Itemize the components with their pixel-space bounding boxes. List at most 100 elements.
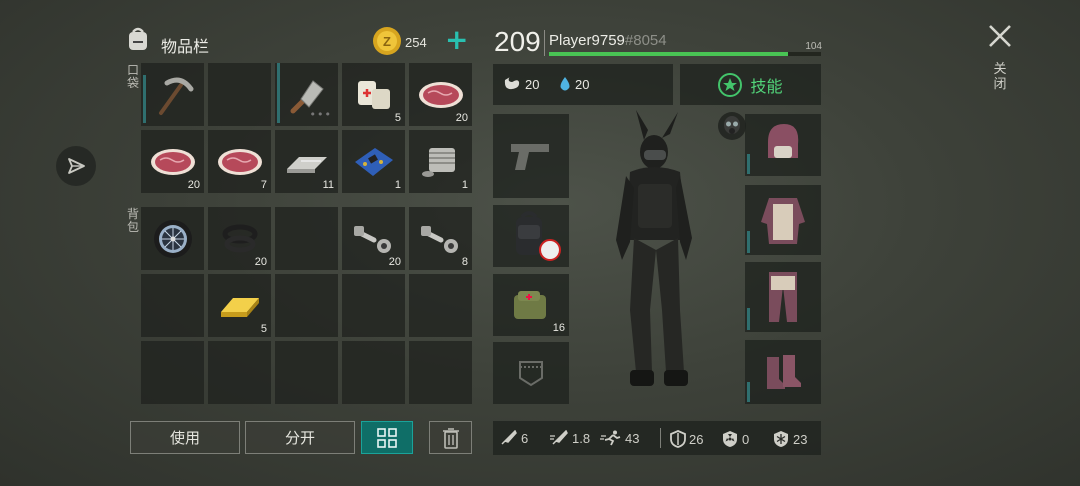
bandage-icon (357, 80, 390, 109)
radiation-stat: 0 (721, 430, 749, 448)
wheel-icon (153, 219, 192, 258)
raw-meat-icon (150, 148, 195, 175)
head-slot[interactable] (745, 114, 821, 176)
damage-stat: 6 (500, 430, 528, 446)
rubber-rings-icon (222, 224, 257, 252)
backpack-slot[interactable]: 20 (342, 207, 405, 270)
medkit-slot[interactable]: 16 (493, 274, 569, 336)
pistol-icon (511, 144, 549, 170)
hood-icon (768, 124, 799, 158)
pocket-slot[interactable]: 11 (275, 130, 338, 193)
pants-icon (769, 272, 797, 322)
trash-button[interactable] (429, 421, 472, 454)
stomach-icon (504, 77, 520, 90)
armor-stat: 26 (670, 430, 703, 448)
backpack-slot[interactable]: 20 (208, 207, 271, 270)
grid-icon (377, 427, 397, 448)
xp-bar-fill (549, 52, 789, 56)
backpack-icon (124, 26, 152, 56)
pickaxe-icon (158, 77, 193, 115)
backpack-slot[interactable]: 5 (208, 274, 271, 337)
pocket-slot[interactable]: 5 (342, 63, 405, 126)
water-drop-icon (560, 77, 570, 91)
player-level: 209 (494, 26, 541, 57)
pocket-slot[interactable]: 20 (141, 130, 204, 193)
pocket-slot[interactable]: ••• (275, 63, 338, 126)
backpack-slot[interactable] (342, 274, 405, 337)
skills-label: 技能 (750, 76, 783, 96)
header-divider (544, 30, 545, 56)
weapon-slot[interactable] (493, 114, 569, 198)
backpack-slot[interactable] (275, 207, 338, 270)
bag-slot[interactable] (493, 205, 569, 267)
fast-knife-icon (550, 430, 568, 445)
backpack-slot[interactable] (409, 341, 472, 404)
running-icon (600, 430, 621, 446)
feet-slot[interactable] (745, 340, 821, 404)
gas-mask-badge (718, 112, 746, 140)
pocket-slot[interactable]: 1 (409, 130, 472, 193)
pocket-icon (519, 361, 543, 387)
backpack-slot[interactable] (275, 274, 338, 337)
coin-icon: Z (372, 26, 402, 60)
player-name: Player9759 (549, 32, 625, 49)
thirst-stat: 20 (558, 76, 589, 92)
backpack-slot[interactable] (141, 341, 204, 404)
pocket-slot[interactable]: 7 (208, 130, 271, 193)
legs-slot[interactable] (745, 262, 821, 332)
pocket-slot[interactable] (141, 63, 204, 126)
circuit-board-icon (354, 147, 393, 176)
knife-icon (501, 430, 517, 445)
speed-stat: 43 (600, 430, 639, 446)
player-id: #8054 (624, 32, 667, 49)
send-icon[interactable] (56, 146, 96, 186)
sort-grid-button[interactable] (361, 421, 413, 454)
field-medkit-icon (514, 291, 546, 319)
backpack-slot[interactable]: 8 (409, 207, 472, 270)
inventory-title: 物品栏 (161, 37, 210, 56)
jacket-icon (761, 198, 805, 244)
scrap-metal-icon (286, 156, 327, 173)
hunger-stat: 20 (502, 76, 539, 92)
attack-speed-stat: 1.8 (549, 430, 590, 446)
use-button[interactable]: 使用 (130, 421, 240, 454)
backpack-label: 背包 (126, 207, 139, 234)
character-model (600, 110, 720, 392)
close-icon (989, 25, 1011, 47)
raw-meat-icon (217, 148, 262, 175)
gold-bar-icon (220, 297, 259, 317)
backpack-slot[interactable] (275, 341, 338, 404)
pocket-label: 口袋 (126, 63, 139, 90)
svg-text:Z: Z (383, 34, 391, 49)
no-rabbit-badge-icon (539, 239, 561, 261)
skills-button[interactable]: 技能 (680, 64, 821, 105)
backpack-slot[interactable] (409, 274, 472, 337)
bolts-icon (420, 225, 458, 253)
xp-bar (549, 52, 821, 56)
star-icon (718, 72, 743, 97)
backpack-slot[interactable] (141, 274, 204, 337)
close-button[interactable] (986, 22, 1014, 50)
backpack-slot[interactable] (342, 341, 405, 404)
shield-icon (670, 430, 686, 448)
trash-icon (442, 427, 459, 449)
coin-count: 254 (405, 35, 427, 50)
bolts-icon (353, 225, 391, 253)
pocket-slot[interactable] (208, 63, 271, 126)
cold-stat: 23 (772, 430, 807, 448)
backpack-slot[interactable] (208, 341, 271, 404)
backpack-slot[interactable] (141, 207, 204, 270)
pocket-extra-slot[interactable] (493, 342, 569, 404)
pocket-slot[interactable]: 20 (409, 63, 472, 126)
add-coins-button[interactable]: + (445, 26, 468, 54)
raw-meat-icon (418, 81, 463, 108)
close-label[interactable]: 关闭 (992, 62, 1008, 92)
split-button[interactable]: 分开 (245, 421, 355, 454)
player-name-row: Player9759#8054 (549, 32, 667, 49)
snowflake-shield-icon (774, 431, 788, 447)
torso-slot[interactable] (745, 185, 821, 255)
stats-divider (660, 428, 661, 448)
xp-value: 104 (805, 41, 822, 52)
pocket-slot[interactable]: 1 (342, 130, 405, 193)
gas-mask-icon (724, 116, 740, 134)
